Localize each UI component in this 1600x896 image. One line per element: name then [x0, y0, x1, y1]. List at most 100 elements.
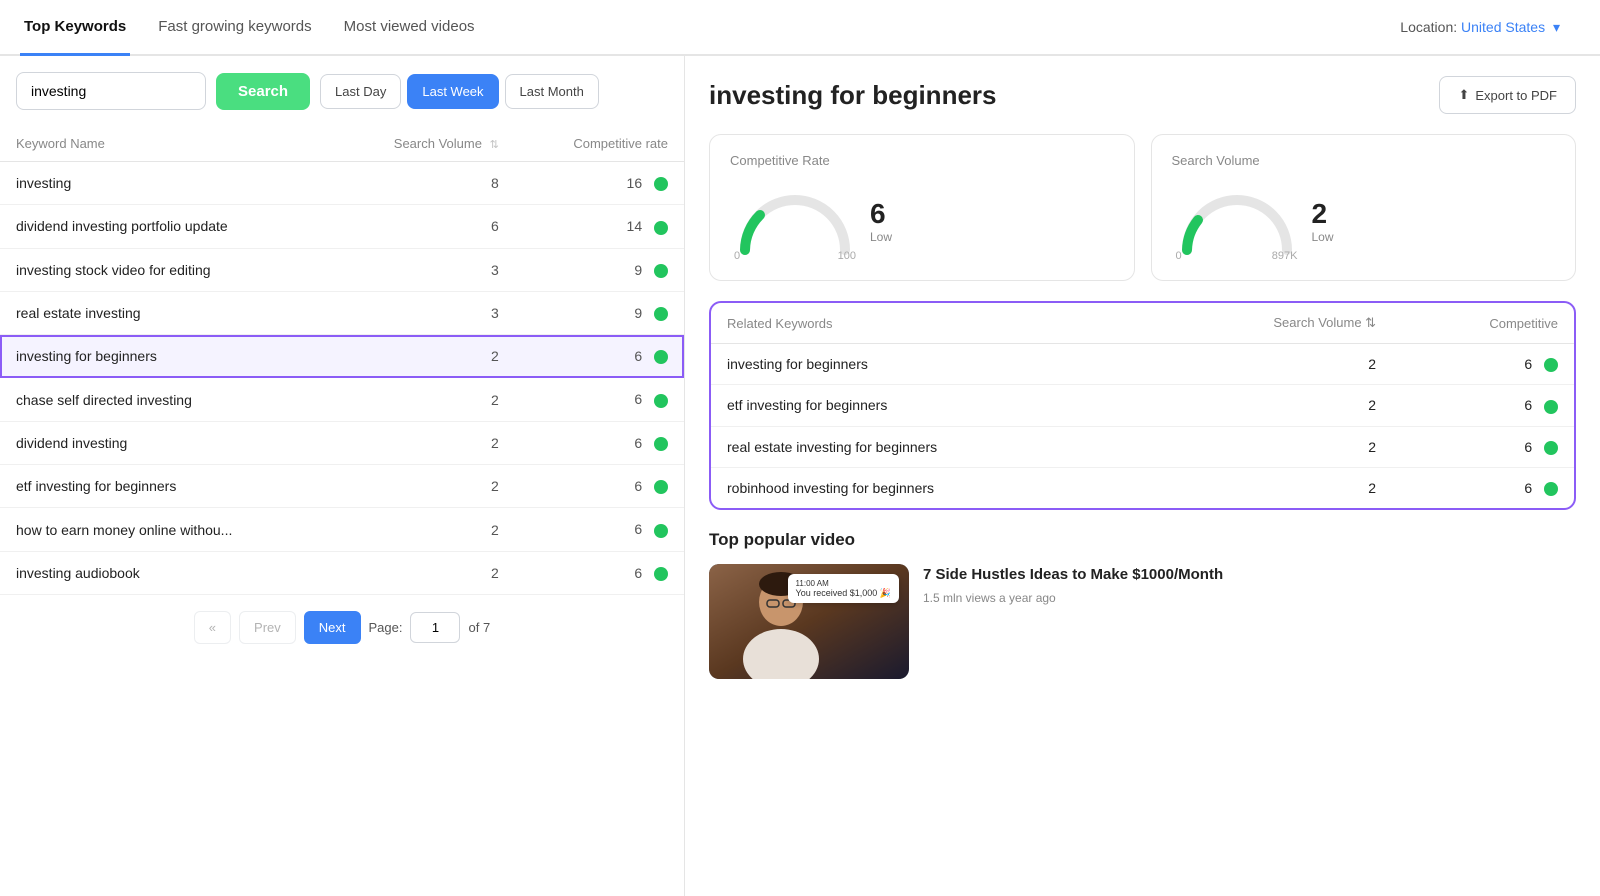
video-notification-badge: 11:00 AM You received $1,000 🎉: [788, 574, 899, 603]
volume-cell: 8: [332, 162, 515, 205]
gauge-min-sv: 0: [1176, 250, 1182, 262]
search-button[interactable]: Search: [216, 73, 310, 110]
rate-cell: 6: [515, 421, 684, 464]
table-row[interactable]: etf investing for beginners 2 6: [0, 465, 684, 508]
related-table-row[interactable]: etf investing for beginners 2 6: [711, 385, 1574, 426]
related-volume-cell: 2: [1149, 426, 1392, 467]
table-row[interactable]: investing for beginners 2 6: [0, 335, 684, 378]
table-row[interactable]: how to earn money online withou... 2 6: [0, 508, 684, 551]
table-row[interactable]: chase self directed investing 2 6: [0, 378, 684, 421]
location-area: Location: United States ▾: [1380, 1, 1580, 54]
sort-related-volume-icon: ⇅: [1365, 315, 1376, 330]
rate-cell: 9: [515, 248, 684, 291]
gauge-max-sv: 897K: [1272, 250, 1298, 262]
table-row[interactable]: investing 8 16: [0, 162, 684, 205]
volume-cell: 6: [332, 205, 515, 248]
rate-cell: 16: [515, 162, 684, 205]
search-volume-level: Low: [1312, 230, 1334, 244]
rate-cell: 14: [515, 205, 684, 248]
search-input[interactable]: [16, 72, 206, 110]
related-col-competitive: Competitive: [1392, 303, 1574, 344]
competitive-rate-card: Competitive Rate 0 100: [709, 134, 1135, 281]
volume-cell: 2: [332, 421, 515, 464]
export-pdf-button[interactable]: ⬆ Export to PDF: [1439, 76, 1576, 114]
related-table-row[interactable]: real estate investing for beginners 2 6: [711, 426, 1574, 467]
rate-cell: 6: [515, 508, 684, 551]
table-row[interactable]: investing audiobook 2 6: [0, 551, 684, 594]
related-dot: [1544, 400, 1558, 414]
related-keyword-cell: robinhood investing for beginners: [711, 467, 1149, 508]
popular-video-card[interactable]: 11:00 AM You received $1,000 🎉 7 Side Hu…: [709, 564, 1576, 679]
related-table-row[interactable]: robinhood investing for beginners 2 6: [711, 467, 1574, 508]
competitive-rate-title: Competitive Rate: [730, 153, 1114, 168]
sort-volume-icon: ⇅: [490, 139, 499, 151]
volume-cell: 3: [332, 248, 515, 291]
related-competitive-cell: 6: [1392, 426, 1574, 467]
rate-dot: [654, 394, 668, 408]
prev-page-button[interactable]: Prev: [239, 611, 296, 644]
col-competitive-rate: Competitive rate: [515, 126, 684, 162]
page-number-input[interactable]: [410, 612, 460, 643]
volume-cell: 3: [332, 291, 515, 334]
table-row[interactable]: dividend investing 2 6: [0, 421, 684, 464]
export-icon: ⬆: [1458, 87, 1469, 103]
video-title: 7 Side Hustles Ideas to Make $1000/Month: [923, 564, 1223, 585]
rate-cell: 6: [515, 335, 684, 378]
col-keyword-name: Keyword Name: [0, 126, 332, 162]
filter-last-day[interactable]: Last Day: [320, 74, 401, 109]
video-info: 7 Side Hustles Ideas to Make $1000/Month…: [923, 564, 1223, 605]
related-competitive-cell: 6: [1392, 385, 1574, 426]
chevron-down-icon: ▾: [1553, 19, 1560, 35]
rate-dot: [654, 350, 668, 364]
search-volume-title: Search Volume: [1172, 153, 1556, 168]
keywords-table: Keyword Name Search Volume ⇅ Competitive…: [0, 126, 684, 595]
related-competitive-cell: 6: [1392, 344, 1574, 385]
related-keywords-box: Related Keywords Search Volume ⇅ Competi…: [709, 301, 1576, 510]
keyword-cell: how to earn money online withou...: [0, 508, 332, 551]
tab-fast-growing[interactable]: Fast growing keywords: [154, 0, 315, 56]
rate-dot: [654, 524, 668, 538]
rate-dot: [654, 221, 668, 235]
col-search-volume[interactable]: Search Volume ⇅: [332, 126, 515, 162]
video-thumbnail: 11:00 AM You received $1,000 🎉: [709, 564, 909, 679]
related-col-volume[interactable]: Search Volume ⇅: [1149, 303, 1392, 344]
rate-cell: 9: [515, 291, 684, 334]
table-row[interactable]: dividend investing portfolio update 6 14: [0, 205, 684, 248]
table-row[interactable]: real estate investing 3 9: [0, 291, 684, 334]
volume-cell: 2: [332, 551, 515, 594]
keyword-cell: dividend investing portfolio update: [0, 205, 332, 248]
filter-last-month[interactable]: Last Month: [505, 74, 599, 109]
location-label: Location:: [1400, 19, 1457, 35]
related-table-row[interactable]: investing for beginners 2 6: [711, 344, 1574, 385]
related-col-keyword: Related Keywords: [711, 303, 1149, 344]
search-volume-value: 2: [1312, 198, 1334, 230]
keyword-cell: real estate investing: [0, 291, 332, 334]
rate-dot: [654, 177, 668, 191]
rate-dot: [654, 437, 668, 451]
rate-cell: 6: [515, 378, 684, 421]
rate-dot: [654, 307, 668, 321]
filter-last-week[interactable]: Last Week: [407, 74, 498, 109]
keyword-cell: investing for beginners: [0, 335, 332, 378]
location-value[interactable]: United States: [1461, 19, 1545, 35]
competitive-rate-gauge: [730, 180, 860, 255]
next-page-button[interactable]: Next: [304, 611, 361, 644]
keyword-cell: investing stock video for editing: [0, 248, 332, 291]
first-page-button[interactable]: «: [194, 611, 231, 644]
volume-cell: 2: [332, 335, 515, 378]
related-keyword-cell: etf investing for beginners: [711, 385, 1149, 426]
keyword-cell: investing audiobook: [0, 551, 332, 594]
rate-cell: 6: [515, 465, 684, 508]
tab-most-viewed[interactable]: Most viewed videos: [340, 0, 479, 56]
tab-top-keywords[interactable]: Top Keywords: [20, 0, 130, 56]
keyword-cell: etf investing for beginners: [0, 465, 332, 508]
popular-video-section-title: Top popular video: [709, 530, 1576, 550]
keyword-cell: investing: [0, 162, 332, 205]
related-keywords-table: Related Keywords Search Volume ⇅ Competi…: [711, 303, 1574, 508]
related-keyword-cell: real estate investing for beginners: [711, 426, 1149, 467]
related-volume-cell: 2: [1149, 344, 1392, 385]
table-row[interactable]: investing stock video for editing 3 9: [0, 248, 684, 291]
related-dot: [1544, 482, 1558, 496]
related-dot: [1544, 358, 1558, 372]
volume-cell: 2: [332, 508, 515, 551]
